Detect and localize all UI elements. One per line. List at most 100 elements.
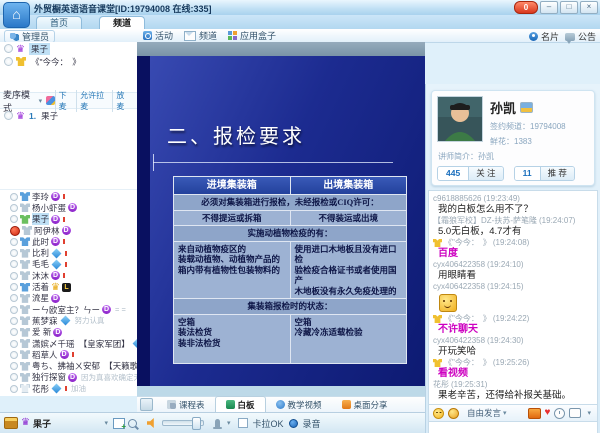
chevron-down-icon[interactable]: ▾ — [587, 409, 591, 417]
screenshot-icon[interactable] — [528, 408, 541, 419]
member-row[interactable]: 毛毛 — [0, 259, 137, 270]
heart-icon[interactable]: ♥ — [545, 408, 551, 418]
member-row[interactable]: 果子 — [0, 214, 137, 225]
self-name[interactable]: 果子 — [33, 417, 51, 430]
member-name[interactable]: 潇嫔〆千瑶 【皇家军团】 — [32, 338, 130, 350]
chat-bubble-icon[interactable] — [569, 408, 581, 418]
member-row[interactable]: 稻草人 — [0, 349, 137, 360]
treasure-icon[interactable] — [4, 417, 18, 429]
sender-name[interactable]: 【霜狼军校】DZ-扶苏-萨笔隆 — [433, 216, 537, 226]
sender-name[interactable]: cyx406422358 — [433, 260, 485, 270]
board-tab[interactable]: 教学视频 — [266, 397, 332, 412]
sender-name[interactable]: c9618885626 — [433, 194, 482, 204]
chevron-down-icon[interactable]: ▾ — [39, 97, 43, 105]
member-name[interactable]: 独行探窗 — [32, 371, 66, 383]
radio-icon[interactable] — [4, 57, 13, 66]
mic-queue-row[interactable]: 果子 — [0, 42, 137, 55]
speak-mode-dropdown[interactable]: 自由发言 ▾ — [467, 407, 509, 419]
radio-icon[interactable] — [10, 317, 18, 325]
mic-queue-row[interactable]: 《"今今： 》 — [0, 55, 137, 68]
sender-name[interactable]: 花彤 — [433, 380, 449, 390]
counter-badge[interactable]: 0 — [514, 1, 538, 14]
recommend-button[interactable]: 11 推 荐 — [514, 166, 575, 181]
activity-button[interactable]: 活动 — [143, 29, 173, 42]
record-icon[interactable] — [289, 419, 298, 428]
radio-icon[interactable] — [10, 294, 18, 302]
member-row[interactable]: 粤ち、拂袖ㄨ安郁 【天籁歌手】 — [0, 360, 137, 371]
chevron-down-icon[interactable]: ▾ — [104, 419, 108, 427]
member-row[interactable]: 比利 — [0, 247, 137, 258]
member-name[interactable]: 活着 — [32, 281, 49, 293]
member-name[interactable]: 粤ち、拂袖ㄨ安郁 【天籁歌手】 — [32, 360, 138, 372]
radio-icon[interactable] — [10, 385, 18, 393]
sender-name[interactable]: cyx406422358 — [433, 282, 485, 292]
microphone-icon[interactable] — [215, 419, 220, 427]
member-name[interactable]: 李玲 — [32, 191, 49, 203]
radio-icon[interactable] — [10, 215, 18, 223]
sender-name[interactable]: 《"今今： 》 — [444, 238, 491, 248]
member-row[interactable]: 独行探窗 因为真喜欢确定无所有 — [0, 372, 137, 383]
big-emoji-icon[interactable] — [448, 408, 459, 419]
radio-icon[interactable] — [10, 351, 18, 359]
sender-name[interactable]: cyx406422358 — [433, 336, 485, 346]
radio-icon[interactable] — [10, 306, 18, 314]
member-name[interactable]: 果子 — [32, 213, 49, 225]
member-name[interactable]: 沐沐 — [32, 270, 49, 282]
radio-icon[interactable] — [10, 260, 18, 268]
add-window-icon[interactable] — [113, 418, 125, 429]
member-name[interactable]: 蕉梦寐 — [32, 315, 58, 327]
board-collapse-icon[interactable] — [140, 398, 153, 411]
radio-icon[interactable] — [10, 238, 18, 246]
history-icon[interactable] — [554, 408, 565, 419]
member-name[interactable]: 阿伊林 — [34, 225, 60, 237]
follow-button[interactable]: 445 关 注 — [437, 166, 504, 181]
user-name[interactable]: 果子 — [29, 43, 50, 55]
board-tab[interactable]: 桌面分享 — [332, 397, 398, 412]
member-row[interactable]: 蕉梦寐 努力认真 — [0, 315, 137, 326]
member-name[interactable]: 此时 — [32, 236, 49, 248]
member-name[interactable]: 毛毛 — [32, 258, 49, 270]
volume-slider-thumb[interactable] — [192, 417, 201, 430]
member-row[interactable]: 流星 — [0, 293, 137, 304]
radio-icon[interactable] — [10, 249, 18, 257]
appbox-button[interactable]: 应用盒子 — [228, 29, 276, 42]
radio-icon[interactable] — [10, 193, 18, 201]
member-row[interactable]: 潇嫔〆千瑶 【皇家军团】 — [0, 338, 137, 349]
member-row[interactable]: 此时 — [0, 236, 137, 247]
member-row[interactable]: 杨小虾蛋 — [0, 202, 137, 213]
member-name[interactable]: 流星 — [32, 292, 49, 304]
sender-name[interactable]: 《"今今： 》 — [444, 358, 491, 368]
tab-home[interactable]: 首页 — [36, 16, 82, 29]
member-row[interactable]: 沐沐 — [0, 270, 137, 281]
chat-log[interactable]: 想要签约：19794008 这个都不会 — [428, 190, 598, 405]
chevron-down-icon[interactable]: ▾ — [227, 419, 231, 427]
member-row[interactable]: 花彤 加油 — [0, 383, 137, 394]
member-name[interactable]: 比利 — [32, 247, 49, 259]
search-icon[interactable] — [128, 419, 137, 428]
radio-icon[interactable] — [10, 272, 18, 280]
member-name[interactable]: 杨小虾蛋 — [32, 202, 66, 214]
member-name[interactable]: 稻草人 — [32, 349, 58, 361]
sender-name[interactable]: 《"今今： 》 — [444, 314, 491, 324]
user-name[interactable]: 果子 — [39, 110, 60, 122]
minimize-button[interactable]: – — [540, 1, 558, 14]
user-name[interactable]: 《"今今： 》 — [29, 56, 83, 68]
board-tab[interactable]: 白板 — [215, 396, 266, 413]
maximize-button[interactable]: □ — [560, 1, 578, 14]
karaoke-checkbox[interactable] — [238, 418, 248, 428]
member-row[interactable]: ーㄣ欧室主？ㄣー = = — [0, 304, 137, 315]
close-button[interactable]: × — [580, 1, 598, 14]
home-icon[interactable]: ⌂ — [3, 2, 30, 28]
radio-icon[interactable] — [10, 373, 18, 381]
radio-icon[interactable] — [10, 283, 18, 291]
chat-input[interactable] — [428, 422, 598, 433]
radio-icon[interactable] — [10, 328, 18, 336]
radio-icon[interactable] — [10, 362, 18, 370]
member-name[interactable]: ーㄣ欧室主？ㄣー — [32, 304, 100, 316]
radio-icon[interactable] — [4, 44, 13, 53]
member-name[interactable]: 爱 新 — [32, 326, 51, 338]
member-row[interactable]: 活着 L — [0, 281, 137, 292]
speaker-icon[interactable] — [147, 418, 157, 428]
teacher-avatar[interactable] — [437, 96, 483, 142]
tab-channel[interactable]: 频道 — [99, 16, 145, 29]
